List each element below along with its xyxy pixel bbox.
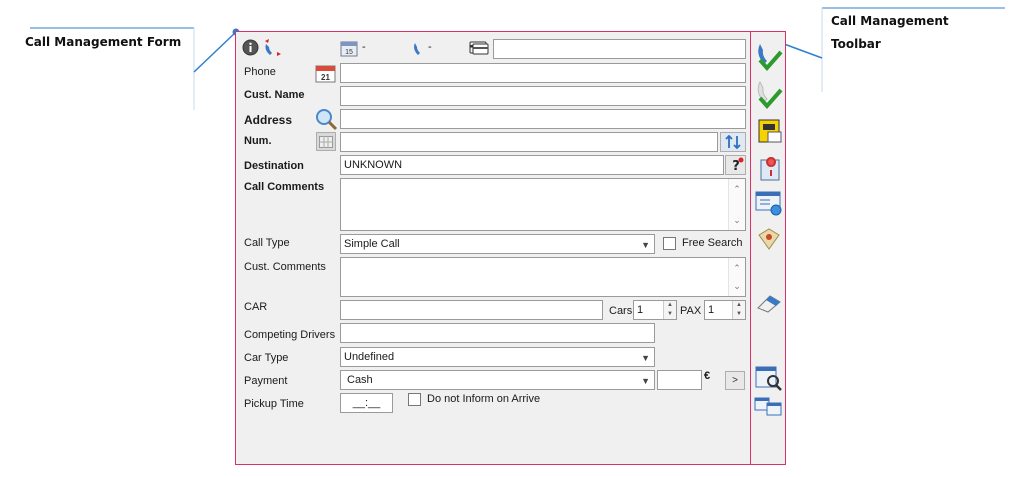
call-comments-scrollbar[interactable]: ⌃ ⌄ [728,179,745,230]
map-grid-icon[interactable] [316,132,336,151]
pax-label: PAX [680,305,702,317]
destination-label: Destination [244,160,304,172]
car-type-label: Car Type [244,352,289,364]
calendar-header-day: 15 [345,49,353,56]
scroll-up-icon[interactable]: ⌃ [729,181,745,197]
competing-drivers-input[interactable] [340,323,655,343]
call-type-value: Simple Call [344,238,400,250]
header-dash-1: - [362,41,366,53]
address-label: Address [244,113,293,127]
cars-stepper[interactable]: 1 ▲ ▼ [633,300,677,320]
sort-updown-icon[interactable] [720,132,746,152]
header-dash-2: - [428,41,432,53]
call-management-form: 15 - - Phone 21 Cust. Name Address Num. … [235,31,751,465]
cust-comments-textarea[interactable]: ⌃ ⌄ [340,257,746,297]
phone-header-icon[interactable] [410,39,428,57]
eraser-icon[interactable] [754,290,784,316]
settings-list-icon[interactable] [754,190,784,218]
scroll-down-icon[interactable]: ⌄ [729,278,745,294]
cars-value: 1 [637,304,644,316]
competing-drivers-label: Competing Drivers [244,329,336,341]
toolbar-callout-label-2: Toolbar [831,37,881,51]
map-pin-icon[interactable] [755,225,783,253]
phone-input[interactable] [340,63,746,83]
info-icon[interactable] [242,39,259,56]
multi-window-icon[interactable] [753,396,785,418]
chevron-down-icon: ▼ [641,376,650,386]
cars-stepper-arrows[interactable]: ▲ ▼ [663,301,676,319]
free-search-checkbox[interactable] [663,237,676,250]
payment-select[interactable]: Cash ▼ [340,370,655,390]
call-type-select[interactable]: Simple Call ▼ [340,234,655,254]
map-location-icon[interactable] [756,156,784,184]
free-search-label: Free Search [682,237,743,249]
cust-name-label: Cust. Name [244,89,305,101]
top-search-field[interactable] [493,39,746,59]
no-inform-checkbox[interactable] [408,393,421,406]
payment-amount-input[interactable] [657,370,702,390]
calendar-day: 21 [321,73,330,82]
phone-label: Phone [244,66,276,78]
call-comments-textarea[interactable]: ⌃ ⌄ [340,178,746,231]
payment-label: Payment [244,375,288,387]
call-management-toolbar [750,31,786,465]
destination-input[interactable]: UNKNOWN [340,155,724,175]
scroll-down-icon[interactable]: ⌄ [729,212,745,228]
form-callout-label: Call Management Form [25,35,182,49]
currency-symbol: € [704,370,711,382]
pickup-time-input[interactable]: __:__ [340,393,393,413]
num-input[interactable] [340,132,718,152]
address-input[interactable] [340,109,746,129]
calendar-icon[interactable]: 21 [315,63,336,83]
chevron-down-icon: ▼ [641,240,650,250]
car-type-value: Undefined [344,351,395,363]
credit-card-icon[interactable] [469,41,489,55]
num-label: Num. [244,135,272,147]
no-inform-label: Do not Inform on Arrive [427,393,541,405]
payment-value: Cash [347,374,373,386]
confirm-check-icon[interactable] [754,78,784,110]
taxi-dispatch-icon[interactable] [756,118,784,146]
phone-transfer-icon[interactable] [262,38,284,58]
call-type-label: Call Type [244,237,290,249]
svg-text:?: ? [732,159,740,173]
car-type-select[interactable]: Undefined ▼ [340,347,655,367]
car-label: CAR [244,301,268,313]
call-comments-label: Call Comments [244,181,325,193]
help-destination-icon[interactable]: ? [725,155,746,175]
pickup-time-label: Pickup Time [244,398,304,410]
pax-stepper[interactable]: 1 ▲ ▼ [704,300,746,320]
search-records-icon[interactable] [754,364,784,392]
chevron-down-icon: ▼ [641,353,650,363]
magnifier-search-icon[interactable] [314,107,338,131]
toolbar-callout-label-1: Call Management [831,14,949,28]
cust-comments-label: Cust. Comments [244,261,326,273]
pax-value: 1 [708,304,715,316]
scroll-up-icon[interactable]: ⌃ [729,260,745,276]
pax-stepper-arrows[interactable]: ▲ ▼ [732,301,745,319]
cust-name-input[interactable] [340,86,746,106]
calendar-header-icon[interactable]: 15 [340,39,358,57]
answer-call-check-icon[interactable] [754,40,784,72]
car-input[interactable] [340,300,603,320]
cars-label: Cars [609,305,633,317]
cust-comments-scrollbar[interactable]: ⌃ ⌄ [728,258,745,296]
payment-go-button[interactable]: > [725,371,745,390]
